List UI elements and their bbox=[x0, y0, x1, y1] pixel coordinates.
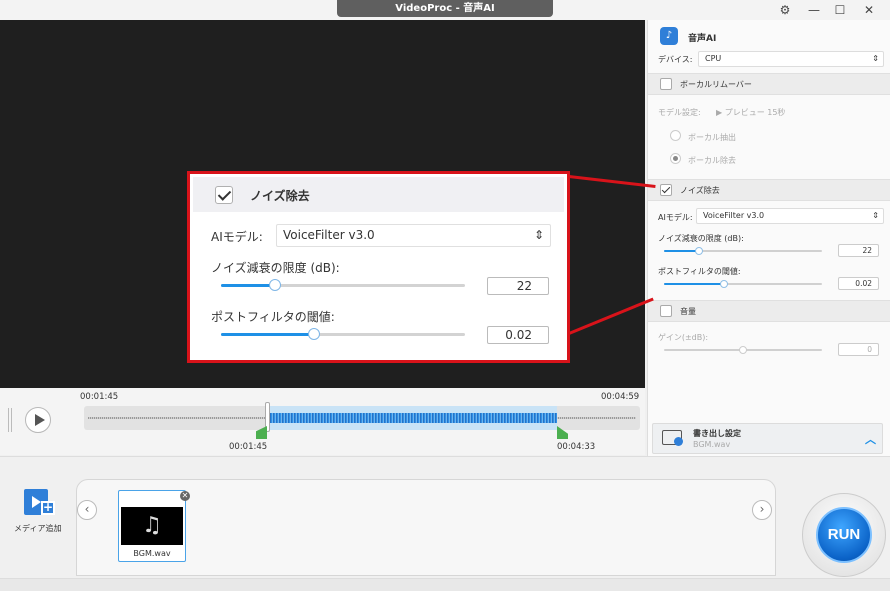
zoom-limit-value: 22 bbox=[487, 277, 549, 295]
preview-label: プレビュー 15秒 bbox=[724, 108, 786, 117]
vocal-extract-label: ボーカル抽出 bbox=[688, 133, 736, 142]
scroll-right-button[interactable]: › bbox=[752, 500, 772, 520]
noise-removal-label: ノイズ除去 bbox=[680, 186, 720, 195]
volume-checkbox[interactable] bbox=[660, 305, 672, 317]
postfilter-label: ポストフィルタの閾値: bbox=[658, 267, 741, 276]
noise-removal-checkbox[interactable] bbox=[660, 184, 672, 196]
zoom-noise-checkbox bbox=[215, 186, 233, 204]
close-button[interactable]: ✕ bbox=[860, 2, 878, 18]
maximize-button[interactable]: ☐ bbox=[831, 2, 849, 18]
export-label: 書き出し設定 bbox=[693, 429, 741, 438]
title-bar: VideoProc - 音声AI ⚙ — ☐ ✕ bbox=[0, 0, 890, 20]
gain-input[interactable]: 0 bbox=[838, 343, 879, 356]
trim-start-time: 00:01:45 bbox=[229, 442, 268, 452]
trim-end-time: 00:04:33 bbox=[557, 442, 596, 452]
add-media-label: メディア追加 bbox=[14, 524, 62, 533]
noise-limit-knob[interactable] bbox=[694, 247, 703, 255]
gear-icon[interactable]: ⚙ bbox=[776, 2, 794, 18]
chevron-updown-icon: ⇕ bbox=[872, 54, 879, 63]
timeline-end-time: 00:04:59 bbox=[601, 392, 640, 402]
export-file: BGM.wav bbox=[693, 440, 731, 449]
timeline: 00:01:45 00:04:59 00:01:45 00:04:33 bbox=[0, 388, 645, 455]
noise-limit-fill bbox=[664, 250, 699, 252]
gain-slider[interactable] bbox=[664, 346, 822, 354]
vocal-remover-label: ボーカルリムーバー bbox=[680, 80, 752, 89]
vocal-remove-label: ボーカル除去 bbox=[688, 156, 736, 165]
zoom-header: ノイズ除去 bbox=[193, 177, 564, 212]
zoom-post-slider bbox=[221, 328, 465, 340]
vocal-remover-header[interactable]: ボーカルリムーバー bbox=[648, 73, 890, 95]
audio-ai-panel: ♪ 音声AI デバイス: CPU ⇕ ボーカルリムーバー モデル設定: ▶ プレ… bbox=[647, 20, 890, 456]
zoom-post-label: ポストフィルタの閾値: bbox=[211, 310, 335, 324]
postfilter-slider[interactable] bbox=[664, 280, 822, 288]
noise-limit-label: ノイズ減衰の限度 (dB): bbox=[658, 234, 744, 243]
postfilter-knob[interactable] bbox=[720, 280, 729, 288]
film-add-icon: + bbox=[24, 489, 55, 515]
device-value: CPU bbox=[705, 54, 722, 63]
ai-model-label: AIモデル: bbox=[658, 213, 693, 222]
zoom-limit-slider bbox=[221, 279, 465, 291]
ai-model-select[interactable]: VoiceFilter v3.0 ⇕ bbox=[696, 208, 884, 224]
waveform[interactable] bbox=[84, 406, 640, 430]
noise-removal-header[interactable]: ノイズ除去 bbox=[648, 179, 890, 201]
zoom-noise-label: ノイズ除去 bbox=[250, 189, 310, 203]
media-item[interactable]: ♫ BGM.wav bbox=[118, 490, 186, 562]
audio-ai-icon: ♪ bbox=[660, 27, 678, 45]
run-button[interactable]: RUN bbox=[816, 507, 872, 563]
export-settings[interactable]: 書き出し設定 BGM.wav ︿ bbox=[652, 423, 883, 454]
device-select[interactable]: CPU ⇕ bbox=[698, 51, 884, 67]
minimize-button[interactable]: — bbox=[805, 2, 823, 18]
vocal-remover-checkbox[interactable] bbox=[660, 78, 672, 90]
add-media-button[interactable]: + bbox=[19, 487, 59, 519]
zoom-model-value: VoiceFilter v3.0 bbox=[283, 228, 375, 242]
noise-limit-input[interactable]: 22 bbox=[838, 244, 879, 257]
zoom-post-value: 0.02 bbox=[487, 326, 549, 344]
drag-handle-icon bbox=[8, 408, 14, 432]
postfilter-input[interactable]: 0.02 bbox=[838, 277, 879, 290]
zoom-limit-knob bbox=[268, 279, 281, 291]
window-title: VideoProc - 音声AI bbox=[337, 0, 553, 17]
postfilter-fill bbox=[664, 283, 725, 285]
vocal-remove-radio[interactable] bbox=[670, 153, 681, 164]
scroll-left-button[interactable]: ‹ bbox=[77, 500, 97, 520]
play-button[interactable] bbox=[25, 407, 51, 433]
zoom-model-label: AIモデル: bbox=[211, 230, 263, 244]
monitor-gear-icon bbox=[662, 430, 683, 446]
expand-up-icon[interactable]: ︿ bbox=[865, 431, 876, 447]
chevron-updown-icon: ⇕ bbox=[872, 211, 879, 220]
gain-label: ゲイン(±dB): bbox=[658, 333, 709, 342]
play-icon: ▶ bbox=[716, 108, 723, 117]
device-label: デバイス: bbox=[658, 55, 693, 64]
remove-media-button[interactable]: ✕ bbox=[180, 491, 190, 501]
ai-model-value: VoiceFilter v3.0 bbox=[703, 211, 765, 220]
preview-15s-button[interactable]: ▶ プレビュー 15秒 bbox=[716, 107, 785, 118]
timeline-start-time: 00:01:45 bbox=[80, 392, 119, 402]
noise-limit-slider[interactable] bbox=[664, 247, 822, 255]
panel-title: 音声AI bbox=[688, 34, 717, 44]
media-item-name: BGM.wav bbox=[133, 549, 171, 558]
waveform-selected bbox=[268, 413, 557, 423]
zoom-limit-label: ノイズ減衰の限度 (dB): bbox=[211, 261, 340, 275]
zoom-limit-fill bbox=[221, 284, 275, 287]
status-bar bbox=[0, 578, 890, 591]
model-setting-label: モデル設定: bbox=[658, 108, 701, 117]
zoom-post-fill bbox=[221, 333, 314, 336]
zoom-post-knob bbox=[307, 328, 320, 340]
zoom-model-select: VoiceFilter v3.0 ⇕ bbox=[276, 224, 551, 247]
noise-removal-zoom-callout: ノイズ除去 AIモデル: VoiceFilter v3.0 ⇕ ノイズ減衰の限度… bbox=[187, 171, 570, 363]
volume-header[interactable]: 音量 bbox=[648, 300, 890, 322]
music-note-icon: ♫ bbox=[121, 507, 183, 545]
chevron-updown-icon: ⇕ bbox=[533, 228, 544, 242]
gain-knob[interactable] bbox=[739, 346, 747, 354]
vocal-extract-radio[interactable] bbox=[670, 130, 681, 141]
volume-label: 音量 bbox=[680, 307, 696, 316]
